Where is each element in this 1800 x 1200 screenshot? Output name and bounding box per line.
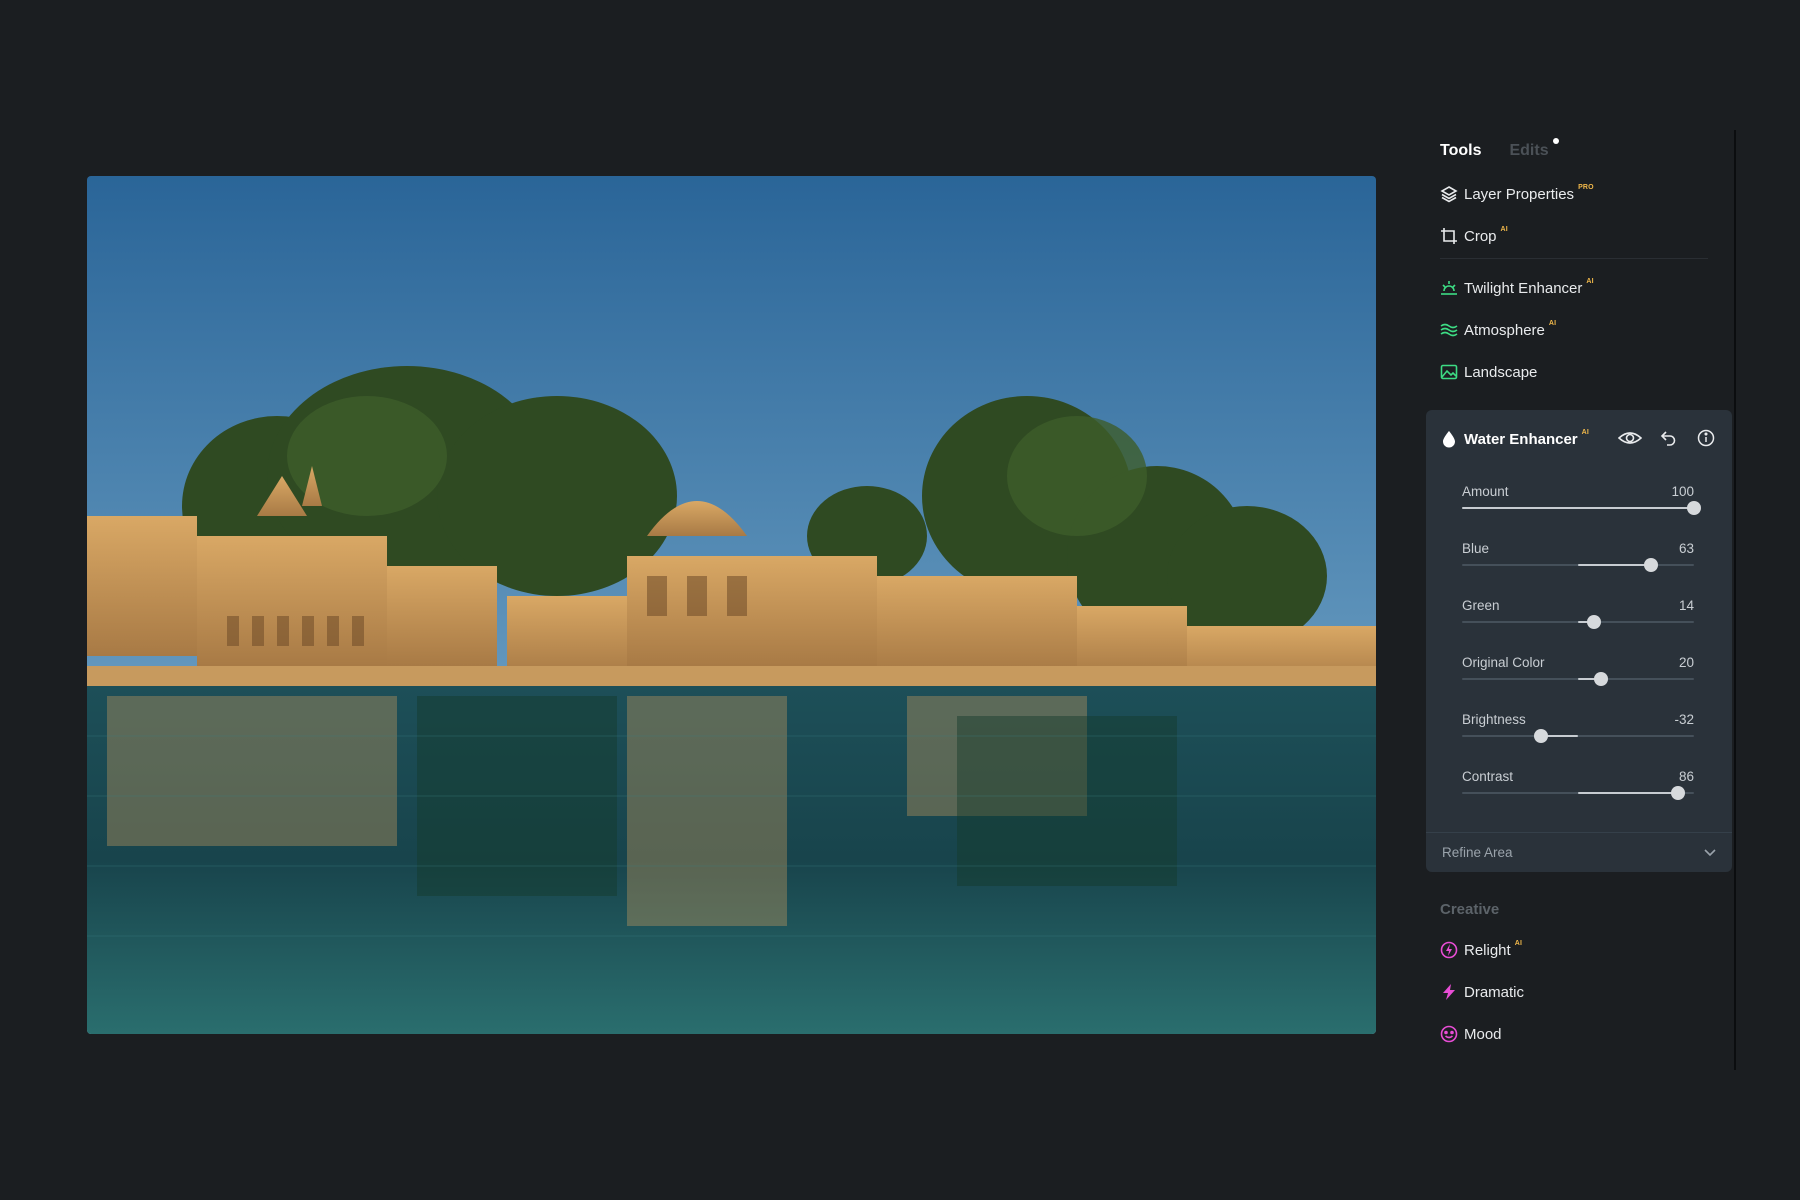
tool-label: Mood [1464, 1025, 1502, 1043]
slider-fill [1462, 507, 1694, 509]
tab-tools[interactable]: Tools [1440, 142, 1481, 160]
crop-icon [1440, 227, 1458, 245]
image-icon [1440, 363, 1458, 381]
slider-track[interactable] [1462, 786, 1694, 800]
tool-label: Dramatic [1464, 983, 1525, 1001]
slider-track[interactable] [1462, 501, 1701, 515]
layers-icon [1440, 185, 1458, 203]
undo-icon[interactable] [1656, 426, 1680, 450]
tool-mood[interactable]: Mood [1440, 1020, 1502, 1048]
slider-original-color: Original Color 20 [1462, 655, 1694, 705]
ai-badge: AI [1581, 428, 1590, 436]
mood-icon [1440, 1025, 1458, 1043]
slider-thumb[interactable] [1670, 786, 1685, 800]
ai-badge: AI [1548, 319, 1557, 327]
tool-label: Landscape [1464, 363, 1538, 381]
tool-twilight-enhancer[interactable]: Twilight Enhancer AI [1440, 274, 1594, 302]
slider-thumb[interactable] [1644, 558, 1659, 572]
slider-label: Amount [1462, 484, 1509, 499]
slider-value: 86 [1678, 769, 1694, 784]
tab-edits-label: Edits [1509, 142, 1549, 159]
slider-blue: Blue 63 [1462, 541, 1694, 591]
edits-indicator-dot [1552, 138, 1559, 144]
slider-green: Green 14 [1462, 598, 1694, 648]
slider-thumb[interactable] [1594, 672, 1609, 686]
tool-label: Crop [1464, 227, 1497, 245]
eye-icon[interactable] [1618, 426, 1642, 450]
slider-track[interactable] [1462, 729, 1694, 743]
card-actions [1618, 426, 1718, 450]
tool-label: Twilight Enhancer [1464, 279, 1583, 297]
info-icon[interactable] [1694, 426, 1718, 450]
water-enhancer-card: Water Enhancer AI Amount 100 Blue 63 Gre [1426, 410, 1732, 872]
tool-label: Relight [1464, 941, 1511, 959]
slider-thumb[interactable] [1533, 729, 1548, 743]
slider-thumb[interactable] [1687, 501, 1701, 515]
tab-edits[interactable]: Edits [1509, 138, 1559, 160]
ai-badge: AI [1586, 277, 1594, 285]
refine-area-toggle[interactable]: Refine Area [1426, 832, 1732, 872]
slider-value: 20 [1678, 655, 1694, 670]
photo-canvas[interactable] [87, 176, 1376, 1034]
lightning-icon [1440, 983, 1458, 1001]
slider-label: Brightness [1462, 712, 1526, 727]
panel-tabs: Tools Edits [1440, 138, 1559, 160]
slider-value: 14 [1678, 598, 1694, 613]
refine-area-label: Refine Area [1442, 845, 1513, 860]
slider-thumb[interactable] [1587, 615, 1602, 629]
tool-relight[interactable]: Relight AI [1440, 936, 1522, 964]
tool-dramatic[interactable]: Dramatic [1440, 978, 1524, 1006]
slider-value: 100 [1671, 484, 1694, 499]
water-enhancer-header[interactable]: Water Enhancer AI [1440, 426, 1589, 452]
pro-badge: PRO [1578, 183, 1594, 191]
section-title-creative: Creative [1440, 901, 1500, 918]
slider-fill [1578, 564, 1652, 566]
slider-track[interactable] [1462, 615, 1694, 629]
tool-label: Atmosphere [1464, 321, 1545, 339]
water-enhancer-title: Water Enhancer [1464, 430, 1578, 448]
slider-fill [1578, 792, 1678, 794]
tool-label: Layer Properties [1464, 185, 1575, 203]
slider-value: 63 [1678, 541, 1694, 556]
tools-panel: Tools Edits Layer Properties PRO Crop AI… [1416, 130, 1736, 1070]
sunrise-icon [1440, 279, 1458, 297]
tool-atmosphere[interactable]: Atmosphere AI [1440, 316, 1556, 344]
photo-image [87, 176, 1376, 1034]
relight-icon [1440, 941, 1458, 959]
tool-landscape[interactable]: Landscape [1440, 358, 1537, 386]
slider-label: Green [1462, 598, 1500, 613]
slider-brightness: Brightness -32 [1462, 712, 1694, 762]
waves-icon [1440, 321, 1458, 339]
water-drop-icon [1440, 430, 1458, 448]
divider [1440, 258, 1708, 259]
ai-badge: AI [1500, 225, 1508, 233]
slider-label: Original Color [1462, 655, 1545, 670]
slider-contrast: Contrast 86 [1462, 769, 1694, 819]
tool-layer-properties[interactable]: Layer Properties PRO [1440, 180, 1594, 208]
slider-amount: Amount 100 [1462, 484, 1701, 534]
slider-value: -32 [1674, 712, 1694, 727]
tool-crop[interactable]: Crop AI [1440, 222, 1508, 250]
slider-label: Blue [1462, 541, 1490, 556]
slider-track[interactable] [1462, 672, 1694, 686]
chevron-down-icon [1704, 845, 1716, 860]
slider-label: Contrast [1462, 769, 1514, 784]
ai-badge: AI [1514, 939, 1523, 947]
slider-track[interactable] [1462, 558, 1694, 572]
